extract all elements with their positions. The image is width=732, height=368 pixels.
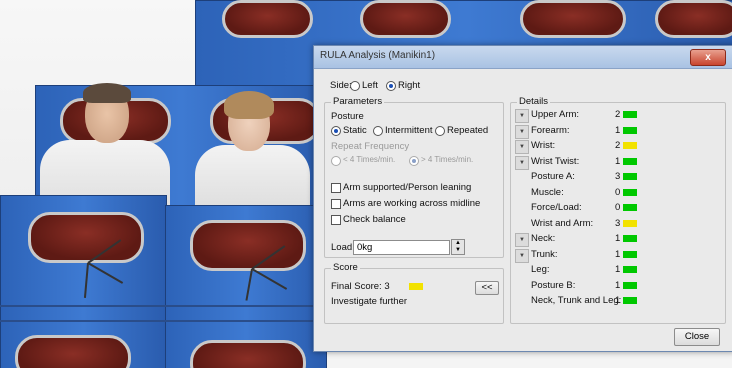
detail-label: Forearm: [531,124,570,136]
seat-headrest [520,0,626,38]
detail-score-indicator [623,204,637,211]
detail-label: Trunk: [531,248,558,260]
posture-label: Posture [331,111,364,122]
seat-headrest [222,0,313,38]
arms-midline-label[interactable]: Arms are working across midline [343,198,480,209]
detail-expand-button[interactable]: ▼ [515,109,529,123]
check-balance-checkbox[interactable] [331,215,341,225]
detail-value: 0 [615,186,621,198]
detail-score-indicator [623,173,637,180]
detail-score-indicator [623,266,637,273]
detail-label: Posture B: [531,279,576,291]
detail-expand-button[interactable]: ▼ [515,124,529,139]
posture-repeated-radio[interactable] [435,126,445,136]
score-legend: Score [331,262,360,273]
final-score: Final Score: 3 [331,281,390,292]
parameters-legend: Parameters [331,96,385,107]
score-advice: Investigate further [331,296,408,307]
detail-label: Force/Load: [531,202,582,213]
window-close-button[interactable]: x [690,49,726,66]
final-score-indicator [409,283,423,290]
load-spinner[interactable]: ▲ ▼ [451,239,465,255]
detail-score-indicator [623,188,637,196]
dialog-title: RULA Analysis (Manikin1) [320,50,436,61]
seat-headrest [15,335,131,368]
detail-value: 1 [615,124,621,136]
detail-value: 0 [615,202,621,213]
detail-value: 3 [615,171,621,182]
side-right-radio[interactable] [386,81,396,91]
detail-score-indicator [623,126,637,134]
detail-value: 2 [615,109,621,120]
repeat-less-label[interactable]: < 4 Times/min. [343,155,395,164]
detail-value: 2 [615,140,621,151]
details-legend: Details [517,96,551,107]
detail-score-indicator [623,111,637,118]
detail-expand-button[interactable]: ▼ [515,233,529,247]
arm-supported-label[interactable]: Arm supported/Person leaning [343,182,471,193]
detail-label: Upper Arm: [531,109,580,120]
detail-score-indicator [623,142,637,149]
detail-label: Posture A: [531,171,575,182]
posture-intermittent-label[interactable]: Intermittent [385,125,433,136]
repeat-more-radio[interactable] [409,156,419,166]
arms-midline-checkbox[interactable] [331,199,341,209]
detail-score-indicator [623,219,637,227]
detail-score-indicator [623,157,637,165]
posture-static-label[interactable]: Static [343,125,367,136]
arm-supported-checkbox[interactable] [331,183,341,193]
seat-headrest [360,0,451,38]
detail-label: Wrist and Arm: [531,217,594,229]
seat-seam [0,320,325,322]
detail-score-indicator [623,250,637,258]
detail-label: Leg: [531,264,550,275]
repeat-frequency-label: Repeat Frequency [331,141,410,152]
posture-intermittent-radio[interactable] [373,126,383,136]
detail-score-indicator [623,297,637,304]
seat-seam [0,305,325,307]
detail-value: 1 [615,279,621,291]
detail-label: Neck: [531,233,556,244]
details-group: Details ▼ Upper Arm: 2 ▼ Forearm: 1 ▼ Wrist: 2 ▼ W… [510,96,726,324]
detail-expand-button[interactable]: ▼ [515,140,529,154]
check-balance-label[interactable]: Check balance [343,214,406,225]
manikin-female [190,91,315,215]
load-input[interactable]: 0kg [353,240,450,255]
seat-headrest [190,340,306,368]
repeat-more-label[interactable]: > 4 Times/min. [421,155,473,164]
close-button[interactable]: Close [674,328,720,346]
seat-headrest [655,0,732,38]
detail-score-indicator [623,281,637,289]
parameters-group: Parameters Posture Static Intermittent R… [324,96,504,258]
detail-value: 1 [615,248,621,260]
detail-label: Wrist: [531,140,556,151]
side-left-radio[interactable] [350,81,360,91]
score-group: Score Final Score: 3 Investigate further… [324,262,504,324]
collapse-details-button[interactable]: << [475,281,499,295]
detail-label: Wrist Twist: [531,155,580,167]
detail-value: 1 [615,155,621,167]
seat-headrest [28,212,144,263]
detail-value: 3 [615,217,621,229]
side-right-label[interactable]: Right [398,80,420,91]
detail-expand-button[interactable]: ▼ [515,155,529,170]
detail-score-indicator [623,235,637,242]
dialog-titlebar[interactable]: RULA Analysis (Manikin1) x [314,46,732,69]
posture-repeated-label[interactable]: Repeated [447,125,488,136]
side-left-label[interactable]: Left [362,80,378,91]
seat-headrest [190,220,306,271]
side-label: Side: [330,80,352,91]
rula-analysis-dialog: RULA Analysis (Manikin1) x Side: Left Ri… [313,45,732,352]
detail-label: Neck, Trunk and Leg: [531,295,622,306]
load-label: Load: [331,242,355,253]
detail-expand-button[interactable]: ▼ [515,248,529,263]
repeat-less-radio[interactable] [331,156,341,166]
detail-label: Muscle: [531,186,564,198]
detail-value: 1 [615,264,621,275]
posture-static-radio[interactable] [331,126,341,136]
detail-value: 1 [615,295,621,306]
detail-value: 1 [615,233,621,244]
